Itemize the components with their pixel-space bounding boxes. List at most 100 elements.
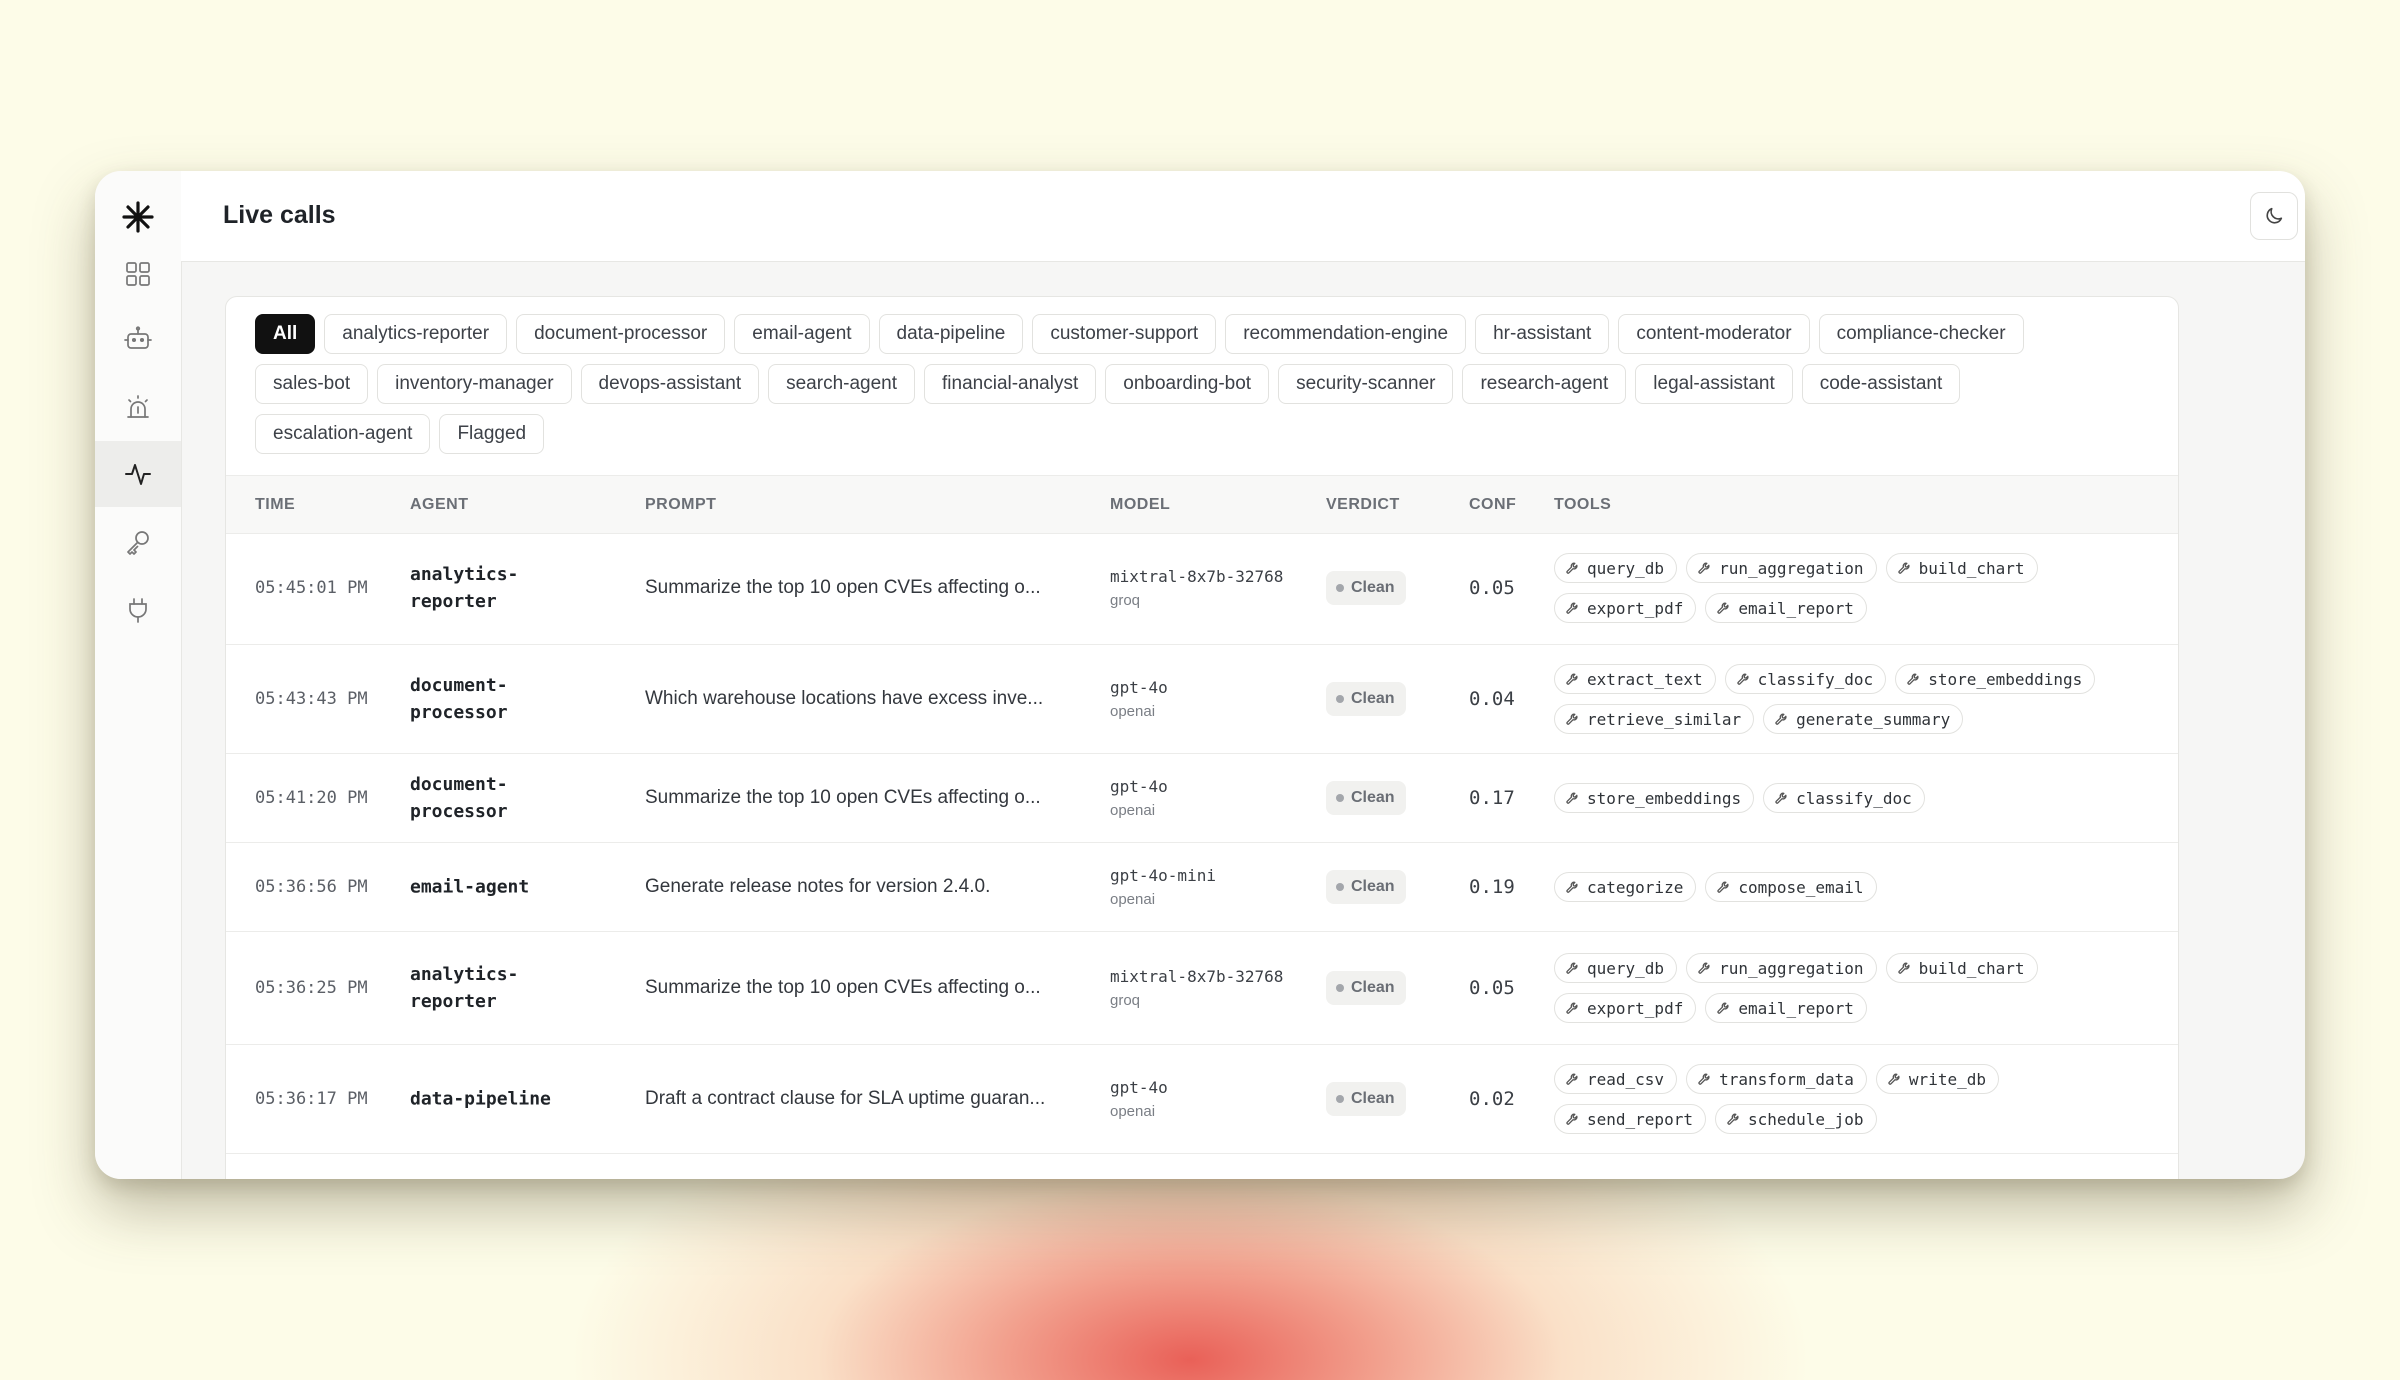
filter-chip-flagged[interactable]: Flagged bbox=[439, 414, 545, 454]
nav-live-calls[interactable] bbox=[95, 441, 181, 507]
status-dot-icon bbox=[1336, 695, 1344, 703]
tool-name: build_chart bbox=[1918, 958, 2025, 978]
call-confidence: 0.04 bbox=[1469, 688, 1515, 710]
tool-pill: email_report bbox=[1705, 593, 1867, 623]
call-prompt: Summarize the top 10 open CVEs affecting… bbox=[645, 577, 1041, 598]
activity-pulse-icon bbox=[125, 464, 151, 485]
theme-toggle-button[interactable] bbox=[2250, 192, 2298, 240]
call-prompt: Generate release notes for version 2.4.0… bbox=[645, 876, 991, 897]
tool-pill: query_db bbox=[1554, 953, 1678, 983]
tool-pill: export_pdf bbox=[1554, 593, 1697, 623]
filter-chip-compliance-checker[interactable]: compliance-checker bbox=[1818, 314, 2024, 354]
tool-name: classify_doc bbox=[1796, 788, 1912, 808]
filter-chip-analytics-reporter[interactable]: analytics-reporter bbox=[324, 314, 508, 354]
tool-pill: generate_summary bbox=[1763, 704, 1964, 734]
verdict-label: Clean bbox=[1351, 1090, 1395, 1107]
tool-name: schedule_job bbox=[1747, 1109, 1864, 1129]
wrench-icon bbox=[1907, 673, 1919, 685]
table-row[interactable]: 05:45:01 PM analytics-reporter Summarize t… bbox=[226, 532, 2178, 645]
call-confidence: 0.05 bbox=[1469, 977, 1515, 999]
wrench-icon bbox=[1566, 602, 1578, 614]
nav-alerts[interactable] bbox=[95, 375, 181, 441]
filter-chip-search-agent[interactable]: search-agent bbox=[768, 364, 916, 404]
table-row[interactable]: 05:36:56 PM email-agent Generate release n… bbox=[226, 843, 2178, 932]
tool-name: classify_doc bbox=[1757, 669, 1874, 689]
verdict-label: Clean bbox=[1351, 878, 1395, 895]
filter-chip-document-processor[interactable]: document-processor bbox=[516, 314, 726, 354]
tool-name: query_db bbox=[1587, 958, 1665, 978]
filter-chip-onboarding-bot[interactable]: onboarding-bot bbox=[1105, 364, 1270, 404]
tool-name: retrieve_similar bbox=[1587, 709, 1742, 729]
filter-chip-content-moderator[interactable]: content-moderator bbox=[1618, 314, 1810, 354]
nav-integrations[interactable] bbox=[95, 577, 181, 643]
model-name: gpt-4o-mini bbox=[1110, 866, 1216, 885]
call-tools: store_embeddings classify_doc bbox=[1554, 783, 2154, 813]
table-header: TIME AGENT PROMPT MODEL VERDICT CONF TOO… bbox=[226, 475, 2178, 534]
filter-chip-security-scanner[interactable]: security-scanner bbox=[1278, 364, 1454, 404]
call-agent: document-processor bbox=[410, 774, 508, 822]
verdict-badge: Clean bbox=[1326, 971, 1406, 1005]
agent-filter-chips: All analytics-reporter document-processor e… bbox=[255, 314, 2135, 454]
tool-pill: email_report bbox=[1705, 993, 1867, 1023]
model-name: gpt-4o bbox=[1110, 777, 1168, 796]
wrench-icon bbox=[1698, 1073, 1710, 1085]
column-header-tools: TOOLS bbox=[1554, 496, 1612, 513]
wrench-icon bbox=[1717, 602, 1729, 614]
nav-agents[interactable] bbox=[95, 306, 181, 372]
wrench-icon bbox=[1717, 881, 1729, 893]
wrench-icon bbox=[1698, 562, 1710, 574]
tool-pill: classify_doc bbox=[1763, 783, 1925, 813]
wrench-icon bbox=[1566, 1002, 1578, 1014]
filter-chip-data-pipeline[interactable]: data-pipeline bbox=[878, 314, 1024, 354]
verdict-badge: Clean bbox=[1326, 781, 1406, 815]
call-agent: document-processor bbox=[410, 675, 508, 723]
filter-chip-code-assistant[interactable]: code-assistant bbox=[1801, 364, 1961, 404]
call-tools: query_db run_aggregation build_chart export… bbox=[1554, 553, 2154, 623]
nav-keys[interactable] bbox=[95, 509, 181, 575]
call-agent: data-pipeline bbox=[410, 1088, 551, 1110]
filter-chip-escalation-agent[interactable]: escalation-agent bbox=[255, 414, 431, 454]
table-row[interactable]: 05:43:43 PM document-processor Which wareh… bbox=[226, 645, 2178, 754]
filter-chip-recommendation-engine[interactable]: recommendation-engine bbox=[1225, 314, 1467, 354]
calls-table-body: 05:45:01 PM analytics-reporter Summarize t… bbox=[226, 532, 2178, 1179]
table-row-partial bbox=[226, 1154, 2178, 1179]
filter-chip-financial-analyst[interactable]: financial-analyst bbox=[924, 364, 1097, 404]
filter-chip-all[interactable]: All bbox=[255, 314, 316, 354]
table-row[interactable]: 05:36:25 PM analytics-reporter Summarize t… bbox=[226, 932, 2178, 1045]
call-agent: analytics-reporter bbox=[410, 964, 519, 1012]
verdict-label: Clean bbox=[1351, 979, 1395, 996]
model-provider: openai bbox=[1110, 891, 1156, 908]
filter-chip-customer-support[interactable]: customer-support bbox=[1032, 314, 1217, 354]
filter-chip-legal-assistant[interactable]: legal-assistant bbox=[1635, 364, 1793, 404]
tool-name: query_db bbox=[1587, 558, 1665, 578]
verdict-badge: Clean bbox=[1326, 571, 1406, 605]
filter-chip-inventory-manager[interactable]: inventory-manager bbox=[377, 364, 572, 404]
call-agent: analytics-reporter bbox=[410, 564, 519, 612]
tool-name: transform_data bbox=[1719, 1069, 1854, 1089]
verdict-badge: Clean bbox=[1326, 870, 1406, 904]
nav-dashboard[interactable] bbox=[95, 241, 181, 307]
call-time: 05:41:20 PM bbox=[255, 788, 368, 808]
tool-name: run_aggregation bbox=[1719, 958, 1864, 978]
table-row[interactable]: 05:41:20 PM document-processor Summarize t… bbox=[226, 754, 2178, 843]
wrench-icon bbox=[1775, 713, 1787, 725]
wrench-icon bbox=[1775, 792, 1787, 804]
call-model: gpt-4o openai bbox=[1110, 774, 1290, 822]
alarm-siren-icon bbox=[127, 395, 149, 418]
tool-name: build_chart bbox=[1918, 558, 2025, 578]
tool-name: extract_text bbox=[1587, 669, 1703, 689]
call-time: 05:36:56 PM bbox=[255, 877, 368, 897]
wrench-icon bbox=[1717, 1002, 1729, 1014]
filter-chip-sales-bot[interactable]: sales-bot bbox=[255, 364, 369, 404]
filter-chip-devops-assistant[interactable]: devops-assistant bbox=[580, 364, 760, 404]
call-prompt: Draft a contract clause for SLA uptime g… bbox=[645, 1088, 1046, 1109]
wrench-icon bbox=[1736, 673, 1749, 685]
filter-chip-email-agent[interactable]: email-agent bbox=[734, 314, 870, 354]
wrench-icon bbox=[1698, 962, 1710, 974]
filter-chip-hr-assistant[interactable]: hr-assistant bbox=[1475, 314, 1610, 354]
filter-chip-research-agent[interactable]: research-agent bbox=[1462, 364, 1627, 404]
model-name: gpt-4o bbox=[1110, 678, 1168, 697]
wrench-icon bbox=[1566, 792, 1578, 804]
asterisk-logo-icon bbox=[122, 201, 154, 233]
table-row[interactable]: 05:36:17 PM data-pipeline Draft a contract… bbox=[226, 1045, 2178, 1154]
